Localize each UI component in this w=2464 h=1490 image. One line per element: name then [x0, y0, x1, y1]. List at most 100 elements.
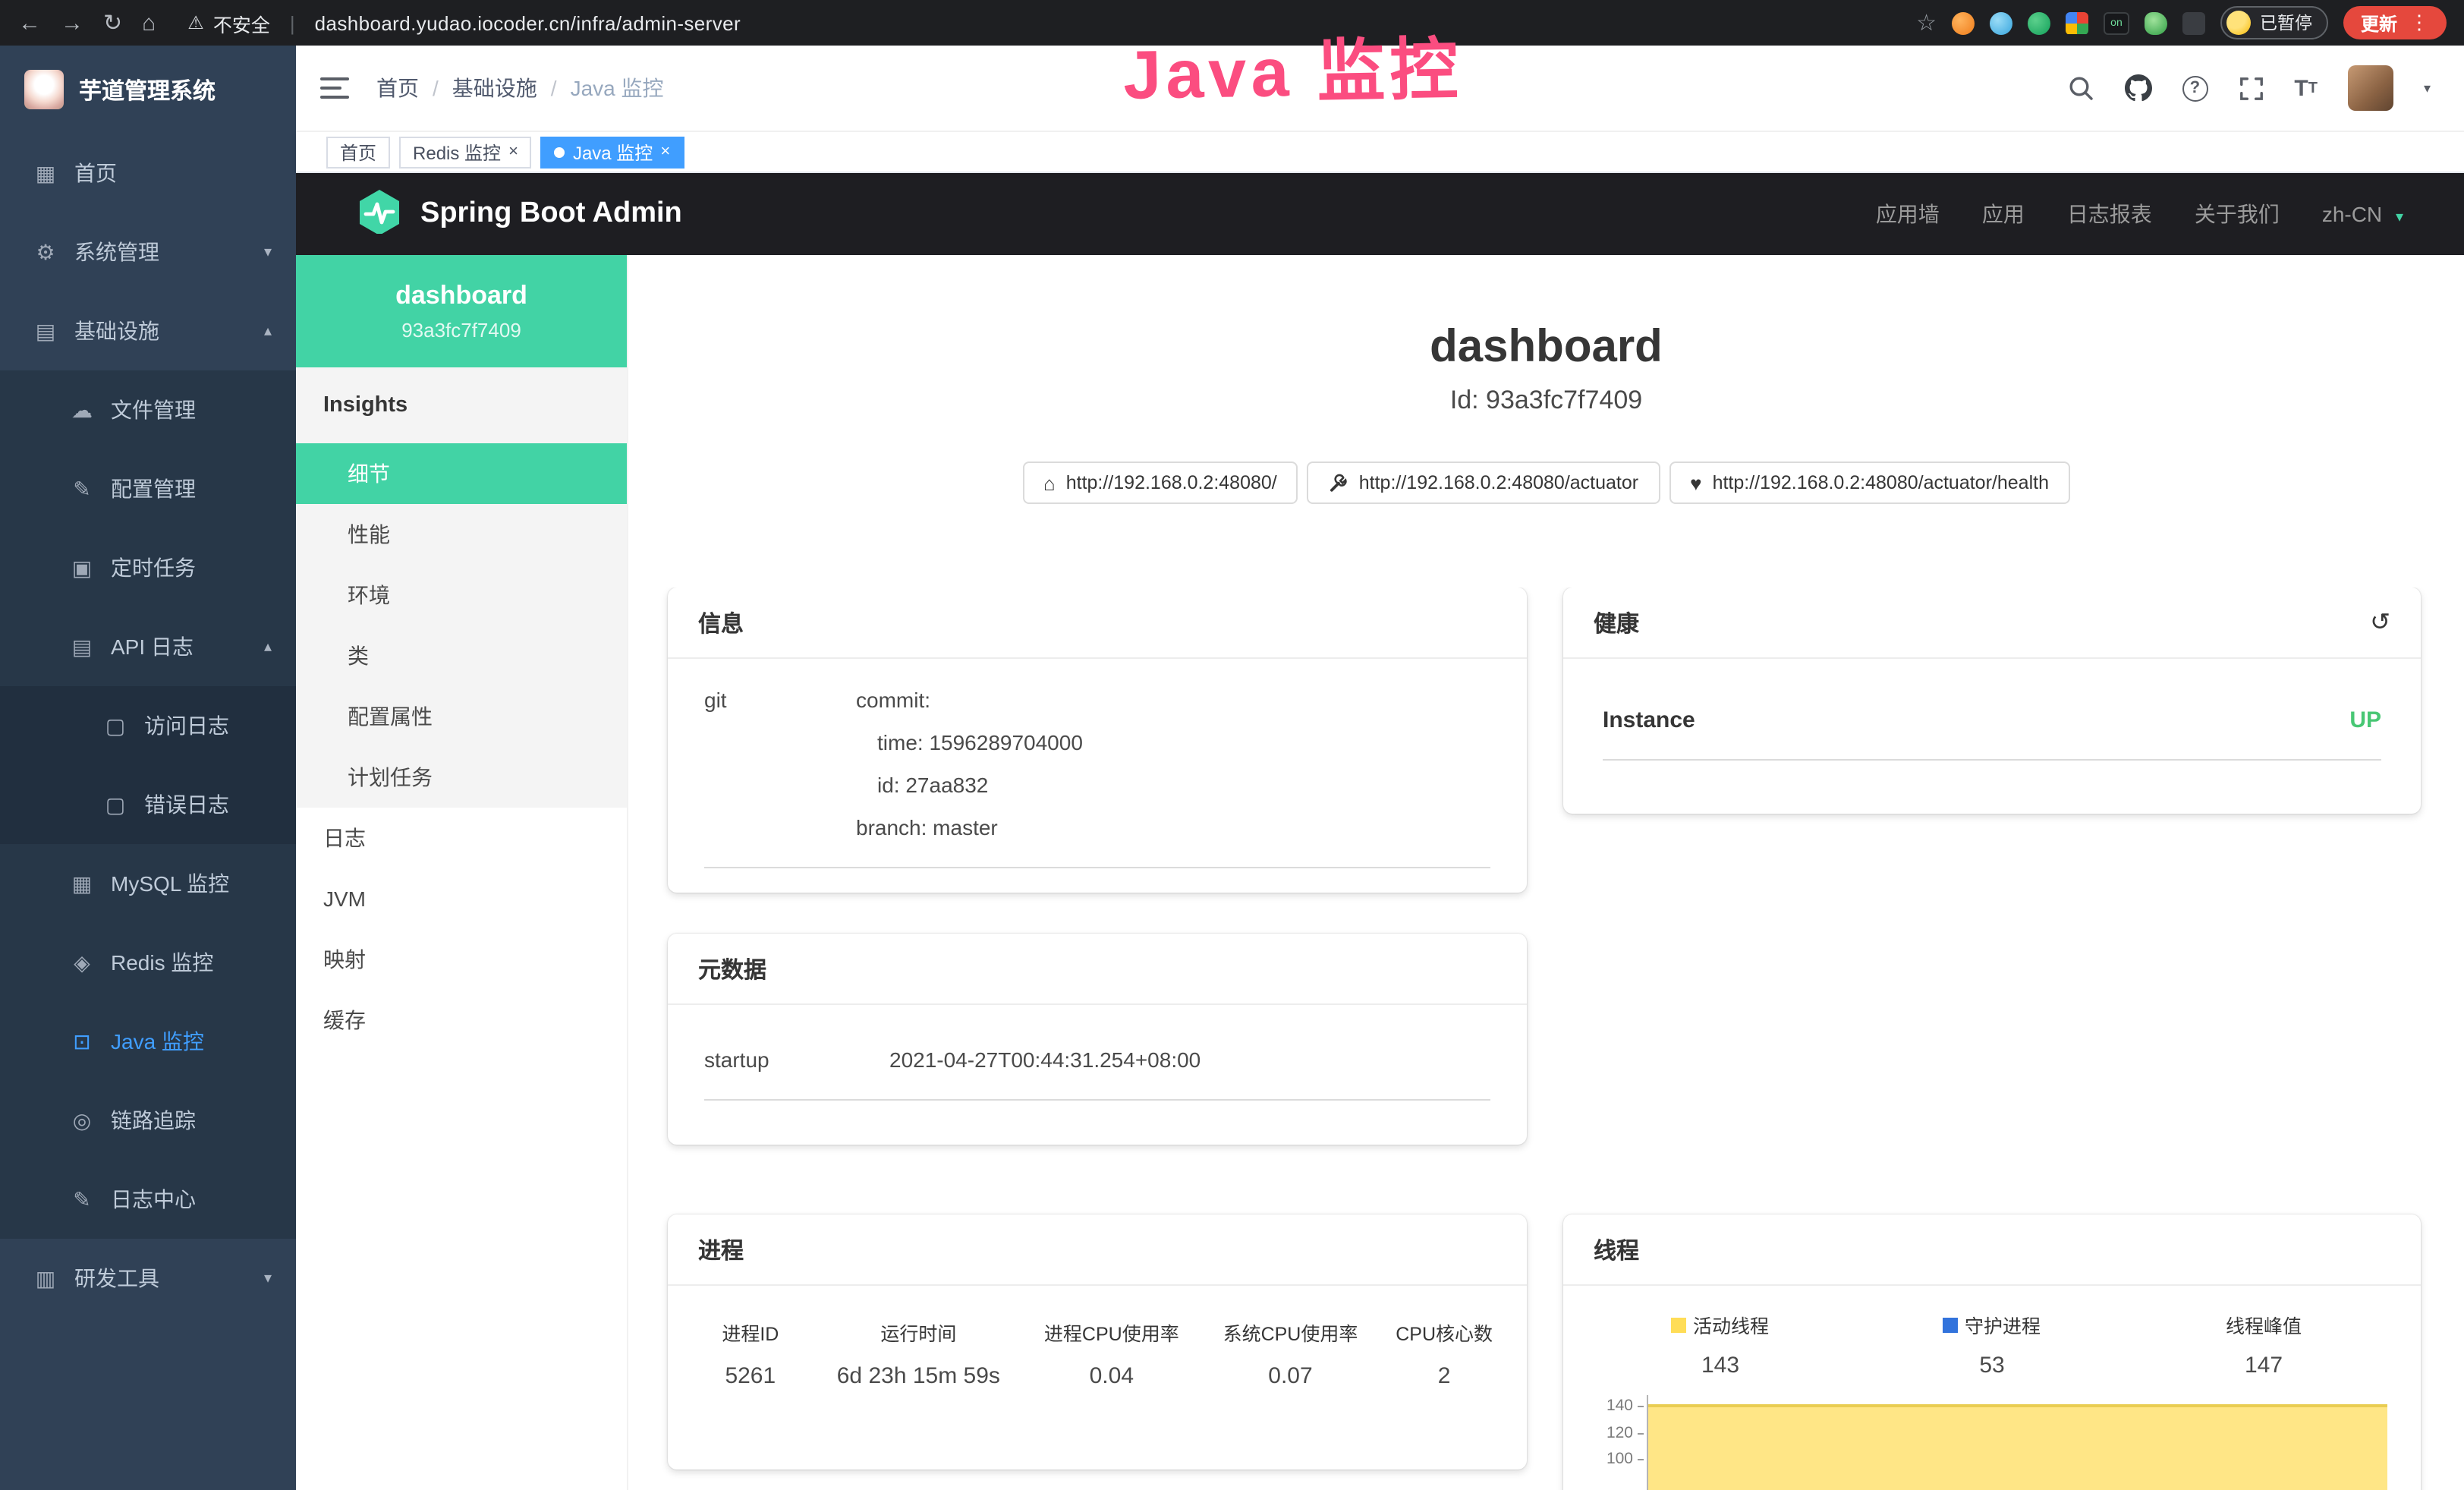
chevron-down-icon: ▾	[264, 244, 272, 260]
extension-on-badge[interactable]: on	[2104, 11, 2129, 34]
sba-menu-logs[interactable]: 日志	[296, 808, 627, 868]
font-size-icon[interactable]: TT	[2294, 75, 2318, 101]
sidebar-item-access-logs[interactable]: ▢ 访问日志	[0, 686, 296, 765]
bookmark-star-icon[interactable]: ☆	[1916, 9, 1937, 36]
info-key: git	[704, 679, 856, 849]
metadata-card: 元数据 startup 2021-04-27T00:44:31.254+08:0…	[668, 934, 1527, 1145]
tab-home[interactable]: 首页	[326, 136, 390, 168]
sba-menu-caches[interactable]: 缓存	[296, 990, 627, 1051]
breadcrumb-item-current: Java 监控	[571, 73, 664, 103]
url-text[interactable]: dashboard.yudao.iocoder.cn/infra/admin-s…	[315, 11, 741, 34]
breadcrumb-item[interactable]: 基础设施	[452, 73, 537, 103]
extension-icon-3[interactable]	[2028, 11, 2050, 34]
info-line: branch: master	[856, 806, 1490, 849]
close-icon[interactable]: ×	[660, 143, 670, 160]
sidebar-item-home[interactable]: ▦ 首页	[0, 134, 296, 213]
close-icon[interactable]: ×	[508, 143, 518, 160]
sidebar-collapse-icon[interactable]	[320, 77, 349, 99]
sidebar-item-label: 访问日志	[144, 710, 229, 741]
chart-plot-area	[1647, 1395, 2387, 1490]
sba-menu-jvm[interactable]: JVM	[296, 868, 627, 929]
back-icon[interactable]: ←	[18, 11, 41, 34]
sidebar-group-infra[interactable]: ▤ 基础设施 ▴	[0, 291, 296, 370]
cloud-upload-icon: ☁	[70, 397, 94, 423]
live-threads-area-series	[1648, 1404, 2387, 1490]
threads-stat-label: 活动线程	[1693, 1310, 1769, 1339]
extension-icon-2[interactable]	[1990, 11, 2012, 34]
page-subtitle: Id: 93a3fc7f7409	[628, 386, 2464, 416]
sidebar-group-dev-tools[interactable]: ▥ 研发工具 ▾	[0, 1239, 296, 1318]
process-col-process-cpu: 进程CPU使用率 0.04	[1022, 1318, 1201, 1389]
sba-language-select[interactable]: zh-CN ▾	[2322, 202, 2403, 226]
sba-nav-about[interactable]: 关于我们	[2195, 199, 2280, 229]
screenshot-root: ← → ↻ ⌂ ⚠ 不安全 | dashboard.yudao.iocoder.…	[0, 0, 2464, 1490]
actuator-url-button[interactable]: http://192.168.0.2:48080/actuator	[1308, 461, 1660, 504]
sba-instance-block[interactable]: dashboard 93a3fc7f7409	[296, 255, 627, 367]
threads-stat-label: 线程峰值	[2226, 1310, 2302, 1339]
browser-home-icon[interactable]: ⌂	[142, 11, 156, 34]
history-icon[interactable]: ↺	[2370, 607, 2390, 638]
sidebar-item-redis-monitor[interactable]: ◈ Redis 监控	[0, 923, 296, 1002]
sidebar-item-scheduled-jobs[interactable]: ▣ 定时任务	[0, 528, 296, 607]
info-line: id: 27aa832	[856, 764, 1490, 806]
browser-chrome: ← → ↻ ⌂ ⚠ 不安全 | dashboard.yudao.iocoder.…	[0, 0, 2464, 46]
browser-menu-icon[interactable]: ⋮	[2409, 11, 2429, 35]
sidebar-group-api-logs[interactable]: ▤ API 日志 ▴	[0, 607, 296, 686]
sba-menu-classes[interactable]: 类	[296, 625, 627, 686]
browser-update-button[interactable]: 更新 ⋮	[2344, 6, 2446, 39]
sidebar-item-label: 错误日志	[144, 789, 229, 820]
user-avatar[interactable]	[2348, 65, 2393, 111]
chevron-up-icon: ▴	[264, 638, 272, 655]
app-sidebar: 芋道管理系统 ▦ 首页 ⚙ 系统管理 ▾ ▤ 基础设施 ▴ ☁ 文件管理 ✎	[0, 46, 296, 1490]
forward-icon[interactable]: →	[61, 11, 83, 34]
tab-label: Redis 监控	[413, 139, 501, 165]
sba-menu-scheduled-tasks[interactable]: 计划任务	[296, 747, 627, 808]
search-icon[interactable]	[2066, 74, 2094, 102]
extension-icon-4[interactable]	[2066, 11, 2088, 34]
update-label: 更新	[2361, 10, 2397, 36]
sidebar-item-tracing[interactable]: ◎ 链路追踪	[0, 1081, 296, 1160]
tab-java-monitor[interactable]: Java 监控 ×	[541, 136, 684, 168]
sba-menu-environment[interactable]: 环境	[296, 565, 627, 625]
extension-icon-1[interactable]	[1952, 11, 1975, 34]
sba-nav-applications[interactable]: 应用	[1982, 199, 2025, 229]
reload-icon[interactable]: ↻	[103, 11, 122, 34]
service-url-button[interactable]: ⌂ http://192.168.0.2:48080/	[1022, 461, 1298, 504]
metadata-row-startup: startup 2021-04-27T00:44:31.254+08:00	[704, 1038, 1490, 1101]
sidebar-group-system[interactable]: ⚙ 系统管理 ▾	[0, 213, 296, 291]
tab-redis-monitor[interactable]: Redis 监控 ×	[399, 136, 532, 168]
sidebar-item-java-monitor[interactable]: ⊡ Java 监控	[0, 1002, 296, 1081]
sba-menu-details[interactable]: 细节	[296, 443, 627, 504]
legend-swatch-yellow	[1672, 1317, 1687, 1332]
github-icon[interactable]	[2124, 74, 2151, 102]
browser-actions: ☆ on 已暂停 更新 ⋮	[1916, 6, 2446, 39]
threads-stat-peak: 线程峰值 147	[2128, 1310, 2399, 1378]
chevron-down-icon[interactable]: ▾	[2424, 80, 2431, 96]
sba-menu-mappings[interactable]: 映射	[296, 929, 627, 990]
process-col-system-cpu: 系统CPU使用率 0.07	[1201, 1318, 1380, 1389]
extensions-puzzle-icon[interactable]	[2182, 11, 2205, 34]
extension-icon-5[interactable]	[2145, 11, 2167, 34]
sidebar-item-config-management[interactable]: ✎ 配置管理	[0, 449, 296, 528]
sidebar-item-error-logs[interactable]: ▢ 错误日志	[0, 765, 296, 844]
fullscreen-icon[interactable]	[2238, 75, 2264, 101]
profile-chip[interactable]: 已暂停	[2220, 6, 2329, 39]
doc-edit-icon: ▢	[103, 713, 127, 739]
process-col-header: 系统CPU使用率	[1201, 1318, 1380, 1347]
sba-menu-metrics[interactable]: 性能	[296, 504, 627, 565]
log-center-icon: ✎	[70, 1186, 94, 1212]
sba-nav-wallboard[interactable]: 应用墙	[1876, 199, 1940, 229]
sidebar-item-log-center[interactable]: ✎ 日志中心	[0, 1160, 296, 1239]
breadcrumb-item[interactable]: 首页	[376, 73, 419, 103]
process-col-pid: 进程ID 5261	[686, 1318, 815, 1389]
health-url-button[interactable]: ♥ http://192.168.0.2:48080/actuator/heal…	[1669, 461, 2070, 504]
warning-icon: ⚠	[187, 12, 204, 33]
help-icon[interactable]: ?	[2182, 75, 2208, 101]
sidebar-item-file-management[interactable]: ☁ 文件管理	[0, 370, 296, 449]
app-logo[interactable]: 芋道管理系统	[0, 46, 296, 134]
security-chip[interactable]: ⚠ 不安全	[187, 8, 270, 37]
metadata-value: 2021-04-27T00:44:31.254+08:00	[889, 1038, 1490, 1081]
sidebar-item-mysql-monitor[interactable]: ▦ MySQL 监控	[0, 844, 296, 923]
sba-menu-config-props[interactable]: 配置属性	[296, 686, 627, 747]
sba-nav-journal[interactable]: 日志报表	[2067, 199, 2152, 229]
